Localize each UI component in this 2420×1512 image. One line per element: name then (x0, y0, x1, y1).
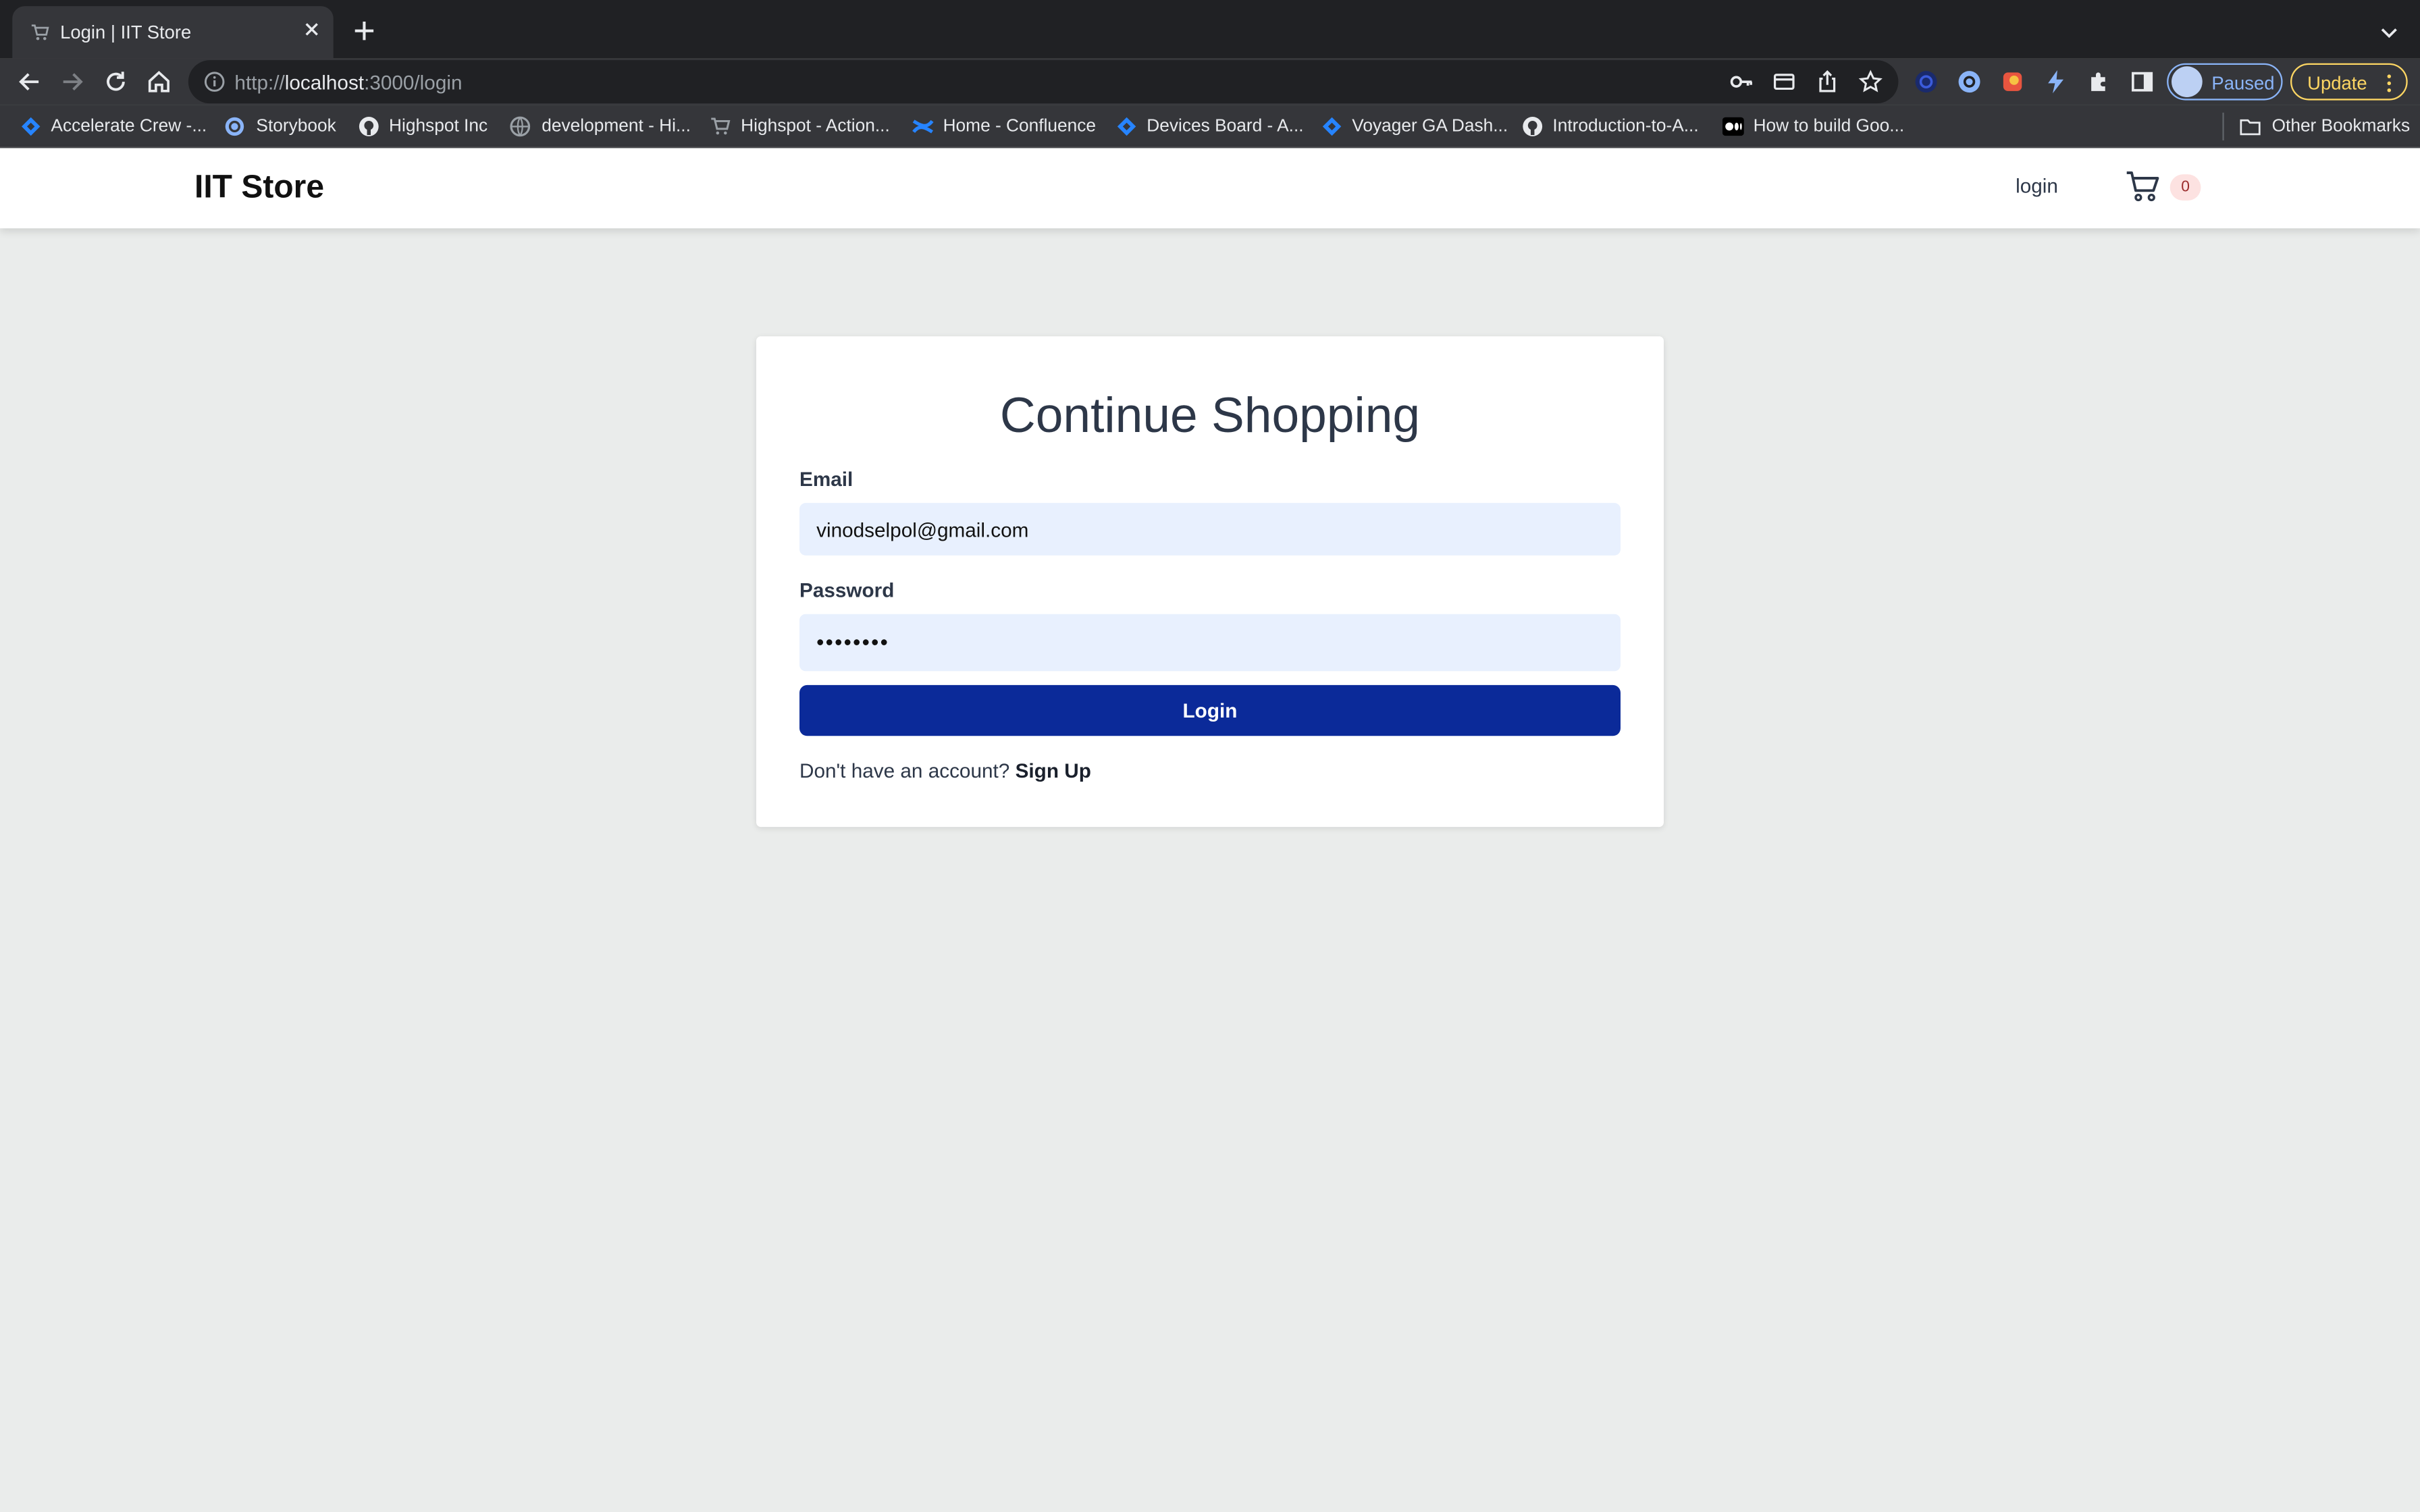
reload-icon[interactable] (102, 68, 130, 96)
email-value: vinodselpol@gmail.com (816, 518, 1029, 542)
profile-status: Paused (2211, 72, 2275, 94)
jira-icon (1322, 117, 1342, 136)
storybook-icon (225, 117, 244, 136)
login-link[interactable]: login (2016, 174, 2058, 197)
signup-prompt-row: Don't have an account? Sign Up (799, 759, 1091, 782)
medium-icon (1722, 117, 1744, 136)
jira-icon (1117, 117, 1136, 136)
card-icon[interactable] (1772, 70, 1797, 94)
cart-icon (31, 24, 49, 40)
forward-arrow-icon[interactable] (59, 68, 86, 96)
update-button[interactable]: Update (2290, 63, 2408, 101)
browser-toolbar: http://localhost:3000/login Paused Updat… (0, 58, 2420, 105)
url-scheme: http:// (234, 71, 285, 94)
signup-link[interactable]: Sign Up (1016, 759, 1091, 782)
brand-logo[interactable]: IIT Store (194, 169, 324, 207)
info-icon[interactable] (204, 71, 226, 92)
cart-icon[interactable] (2125, 169, 2162, 203)
chevron-down-icon[interactable] (2378, 22, 2400, 43)
key-icon[interactable] (1729, 70, 1754, 94)
close-icon[interactable] (301, 18, 323, 40)
share-icon[interactable] (1815, 70, 1840, 94)
puzzle-icon[interactable] (2085, 68, 2113, 96)
browser-tabstrip: Login | IIT Store (0, 0, 2420, 59)
globe-icon (510, 116, 531, 137)
back-arrow-icon[interactable] (16, 68, 43, 96)
address-bar[interactable]: http://localhost:3000/login (188, 60, 1899, 104)
password-value: •••••••• (816, 629, 890, 655)
password-label: Password (799, 578, 895, 602)
email-field[interactable]: vinodselpol@gmail.com (799, 503, 1621, 556)
login-card: Continue Shopping Email vinodselpol@gmai… (756, 336, 1664, 828)
update-label: Update (2307, 72, 2367, 94)
url-text: http://localhost:3000/login (234, 71, 462, 94)
url-path: :3000/login (364, 71, 463, 94)
bookmarks-divider (2222, 112, 2224, 141)
signup-prompt: Don't have an account? (799, 759, 1010, 782)
bookmarks-bar: Accelerate Crew -... Storybook Highspot … (0, 105, 2420, 148)
cart-count-badge: 0 (2169, 174, 2201, 201)
extension-bolt-icon[interactable] (2042, 68, 2070, 96)
site-navbar: IIT Store login 0 (0, 148, 2420, 229)
github-icon (1523, 117, 1543, 136)
folder-icon (2240, 119, 2261, 136)
confluence-icon (912, 119, 934, 134)
avatar (2172, 66, 2203, 97)
jira-icon (22, 117, 41, 136)
side-panel-icon[interactable] (2128, 68, 2156, 96)
password-field[interactable]: •••••••• (799, 614, 1621, 672)
extension-colorful-icon[interactable] (1999, 68, 2026, 96)
tab-title: Login | IIT Store (60, 22, 192, 43)
profile-button[interactable]: Paused (2167, 63, 2283, 101)
home-icon[interactable] (145, 68, 173, 96)
star-icon[interactable] (1858, 70, 1883, 94)
plus-icon[interactable] (352, 18, 377, 43)
page-title: Continue Shopping (999, 387, 1421, 443)
extension-dark-icon[interactable] (1912, 68, 1940, 96)
cart-icon (711, 117, 731, 135)
github-icon (359, 117, 379, 136)
login-button[interactable]: Login (799, 684, 1621, 736)
kebab-menu-icon[interactable] (2384, 72, 2394, 94)
extension-at-icon[interactable] (1955, 68, 1983, 96)
email-label: Email (799, 467, 853, 491)
browser-tab-active[interactable]: Login | IIT Store (12, 6, 334, 59)
url-host: localhost (284, 71, 365, 94)
